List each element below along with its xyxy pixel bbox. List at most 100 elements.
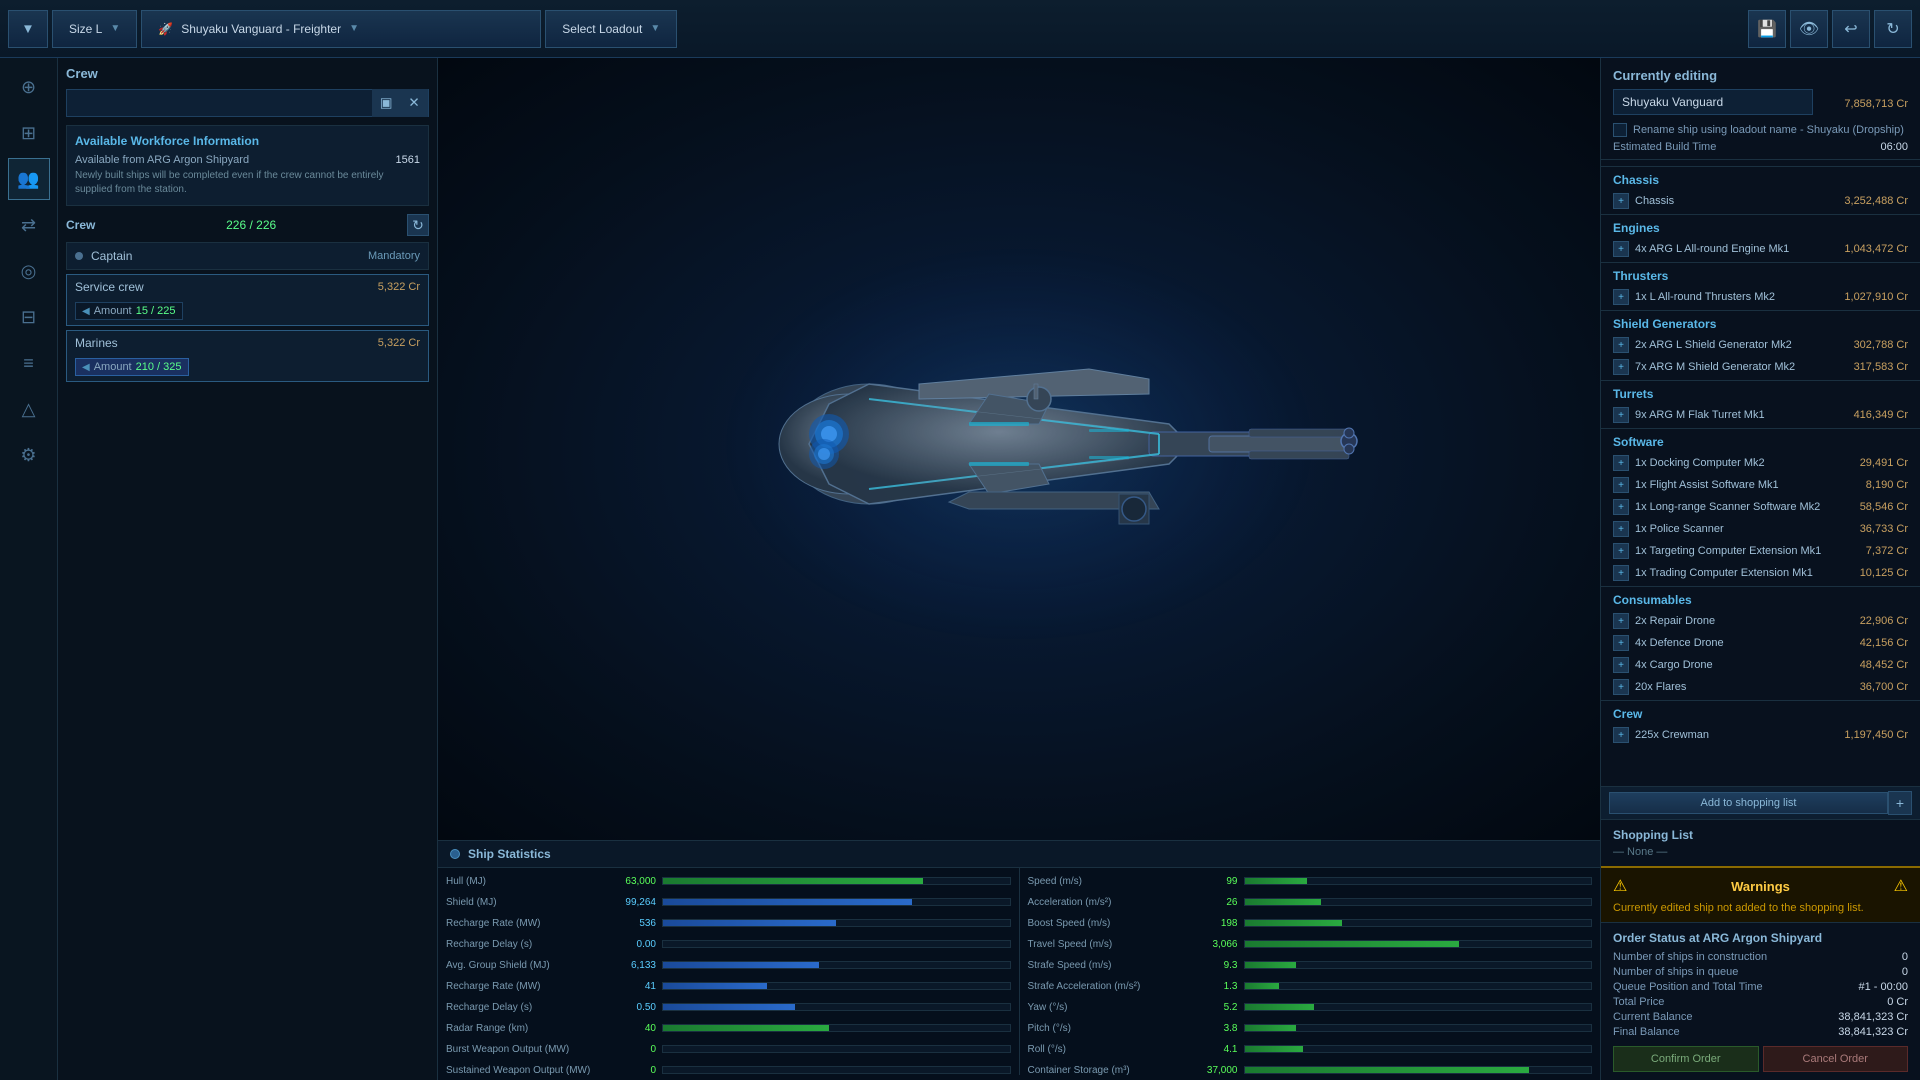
size-dropdown[interactable]: Size L ▼ [52,10,137,48]
stat-bar-bg [1244,982,1593,990]
size-dropdown-arrow[interactable]: ▼ [8,10,48,48]
expand-btn[interactable]: + [1613,193,1629,209]
expand-btn[interactable]: + [1613,455,1629,471]
config-item-name: 1x Docking Computer Mk2 [1635,457,1765,469]
stat-bar-bg [1244,877,1593,885]
stat-bar-bg [1244,961,1593,969]
rename-checkbox[interactable] [1613,123,1627,137]
expand-btn[interactable]: + [1613,679,1629,695]
stat-row: Shield (MJ) 99,264 [446,893,1011,911]
config-item-price: 1,197,450 Cr [1844,729,1908,741]
stat-row: Strafe Speed (m/s) 9.3 [1028,956,1593,974]
sidebar-item-swap[interactable]: ⇄ [8,204,50,246]
sidebar-item-crew[interactable]: 👥 [8,158,50,200]
config-item[interactable]: + 1x Long-range Scanner Software Mk2 58,… [1601,496,1920,518]
cancel-order-button[interactable]: Cancel Order [1763,1046,1909,1072]
close-search-button[interactable]: ✕ [400,89,428,117]
search-input[interactable] [67,96,372,110]
save-button[interactable]: 💾 [1748,10,1786,48]
expand-btn[interactable]: + [1613,289,1629,305]
stat-bar-fill [1245,941,1460,947]
config-expand: + 1x Police Scanner [1613,521,1724,537]
redo-button[interactable]: ↻ [1874,10,1912,48]
refresh-crew-button[interactable]: ↻ [407,214,429,236]
size-label: Size L [69,22,102,36]
expand-btn[interactable]: + [1613,635,1629,651]
config-item[interactable]: + 4x ARG L All-round Engine Mk1 1,043,47… [1601,238,1920,260]
expand-btn[interactable]: + [1613,657,1629,673]
stat-bar-bg [662,1024,1011,1032]
right-panel: Currently editing 7,858,713 Cr Rename sh… [1600,58,1920,1080]
config-item[interactable]: + 2x Repair Drone 22,906 Cr [1601,610,1920,632]
camera-button[interactable]: 👁 [1790,10,1828,48]
expand-btn[interactable]: + [1613,613,1629,629]
config-item[interactable]: + 9x ARG M Flak Turret Mk1 416,349 Cr [1601,404,1920,426]
stat-label: Avg. Group Shield (MJ) [446,960,606,971]
add-shopping-icon-button[interactable]: + [1888,791,1912,815]
order-rows: Number of ships in construction 0 Number… [1613,951,1908,1038]
config-section-title: Engines [1601,214,1920,238]
expand-btn[interactable]: + [1613,359,1629,375]
stat-row: Strafe Acceleration (m/s²) 1.3 [1028,977,1593,995]
config-item[interactable]: + 1x Targeting Computer Extension Mk1 7,… [1601,540,1920,562]
expand-btn[interactable]: + [1613,241,1629,257]
expand-btn[interactable]: + [1613,407,1629,423]
expand-btn[interactable]: + [1613,337,1629,353]
add-to-shopping-list-button[interactable]: Add to shopping list [1609,792,1888,814]
expand-btn[interactable]: + [1613,521,1629,537]
ship-name-display[interactable]: 🚀 Shuyaku Vanguard - Freighter ▼ [141,10,541,48]
sidebar-item-settings[interactable]: ⚙ [8,434,50,476]
stat-row: Avg. Group Shield (MJ) 6,133 [446,956,1011,974]
stats-columns: Hull (MJ) 63,000 Shield (MJ) 99,264 Rech… [438,868,1600,1075]
config-item[interactable]: + 2x ARG L Shield Generator Mk2 302,788 … [1601,334,1920,356]
service-amount-decrease[interactable]: ◀ [82,306,90,317]
order-buttons: Confirm Order Cancel Order [1613,1046,1908,1072]
ship-name-input[interactable] [1613,89,1813,115]
config-item[interactable]: + 20x Flares 36,700 Cr [1601,676,1920,698]
config-item[interactable]: + 4x Cargo Drone 48,452 Cr [1601,654,1920,676]
order-row-value: 0 [1902,966,1908,978]
workforce-info-section: Available Workforce Information Availabl… [66,125,429,206]
sidebar-item-radar[interactable]: ◎ [8,250,50,292]
expand-btn[interactable]: + [1613,543,1629,559]
build-time-label: Estimated Build Time [1613,141,1716,153]
sidebar-item-nav[interactable]: △ [8,388,50,430]
expand-btn[interactable]: + [1613,727,1629,743]
config-item[interactable]: + 1x Police Scanner 36,733 Cr [1601,518,1920,540]
order-row-label: Final Balance [1613,1026,1680,1038]
clear-search-button[interactable]: ▣ [372,89,400,117]
config-item[interactable]: + 1x Flight Assist Software Mk1 8,190 Cr [1601,474,1920,496]
stat-value: 9.3 [1188,960,1238,971]
loadout-dropdown[interactable]: Select Loadout ▼ [545,10,677,48]
config-item-price: 8,190 Cr [1866,479,1908,491]
stat-bar-bg [662,940,1011,948]
marines-amount-decrease[interactable]: ◀ [82,362,90,373]
stat-bar-bg [662,1003,1011,1011]
confirm-order-button[interactable]: Confirm Order [1613,1046,1759,1072]
config-item[interactable]: + 225x Crewman 1,197,450 Cr [1601,724,1920,746]
stat-label: Pitch (°/s) [1028,1023,1188,1034]
config-item[interactable]: + 7x ARG M Shield Generator Mk2 317,583 … [1601,356,1920,378]
config-item[interactable]: + 1x Trading Computer Extension Mk1 10,1… [1601,562,1920,584]
stat-label: Hull (MJ) [446,876,606,887]
sidebar-item-add[interactable]: ⊞ [8,112,50,154]
undo-button[interactable]: ↩ [1832,10,1870,48]
expand-btn[interactable]: + [1613,499,1629,515]
stat-bar-fill [1245,1046,1304,1052]
stat-row: Recharge Rate (MW) 41 [446,977,1011,995]
config-item[interactable]: + Chassis 3,252,488 Cr [1601,190,1920,212]
sidebar-item-remove[interactable]: ⊟ [8,296,50,338]
config-item[interactable]: + 4x Defence Drone 42,156 Cr [1601,632,1920,654]
stat-bar-bg [662,961,1011,969]
service-crew-amount-row: ◀ Amount 15 / 225 [67,299,428,325]
sidebar-item-target[interactable]: ⊕ [8,66,50,108]
config-expand: + 2x ARG L Shield Generator Mk2 [1613,337,1792,353]
expand-btn[interactable]: + [1613,565,1629,581]
stats-title: Ship Statistics [468,847,551,861]
ship-3d-view[interactable] [438,58,1600,840]
service-crew-cost: 5,322 Cr [378,281,420,293]
expand-btn[interactable]: + [1613,477,1629,493]
sidebar-item-list[interactable]: ≡ [8,342,50,384]
config-item[interactable]: + 1x L All-round Thrusters Mk2 1,027,910… [1601,286,1920,308]
config-item[interactable]: + 1x Docking Computer Mk2 29,491 Cr [1601,452,1920,474]
